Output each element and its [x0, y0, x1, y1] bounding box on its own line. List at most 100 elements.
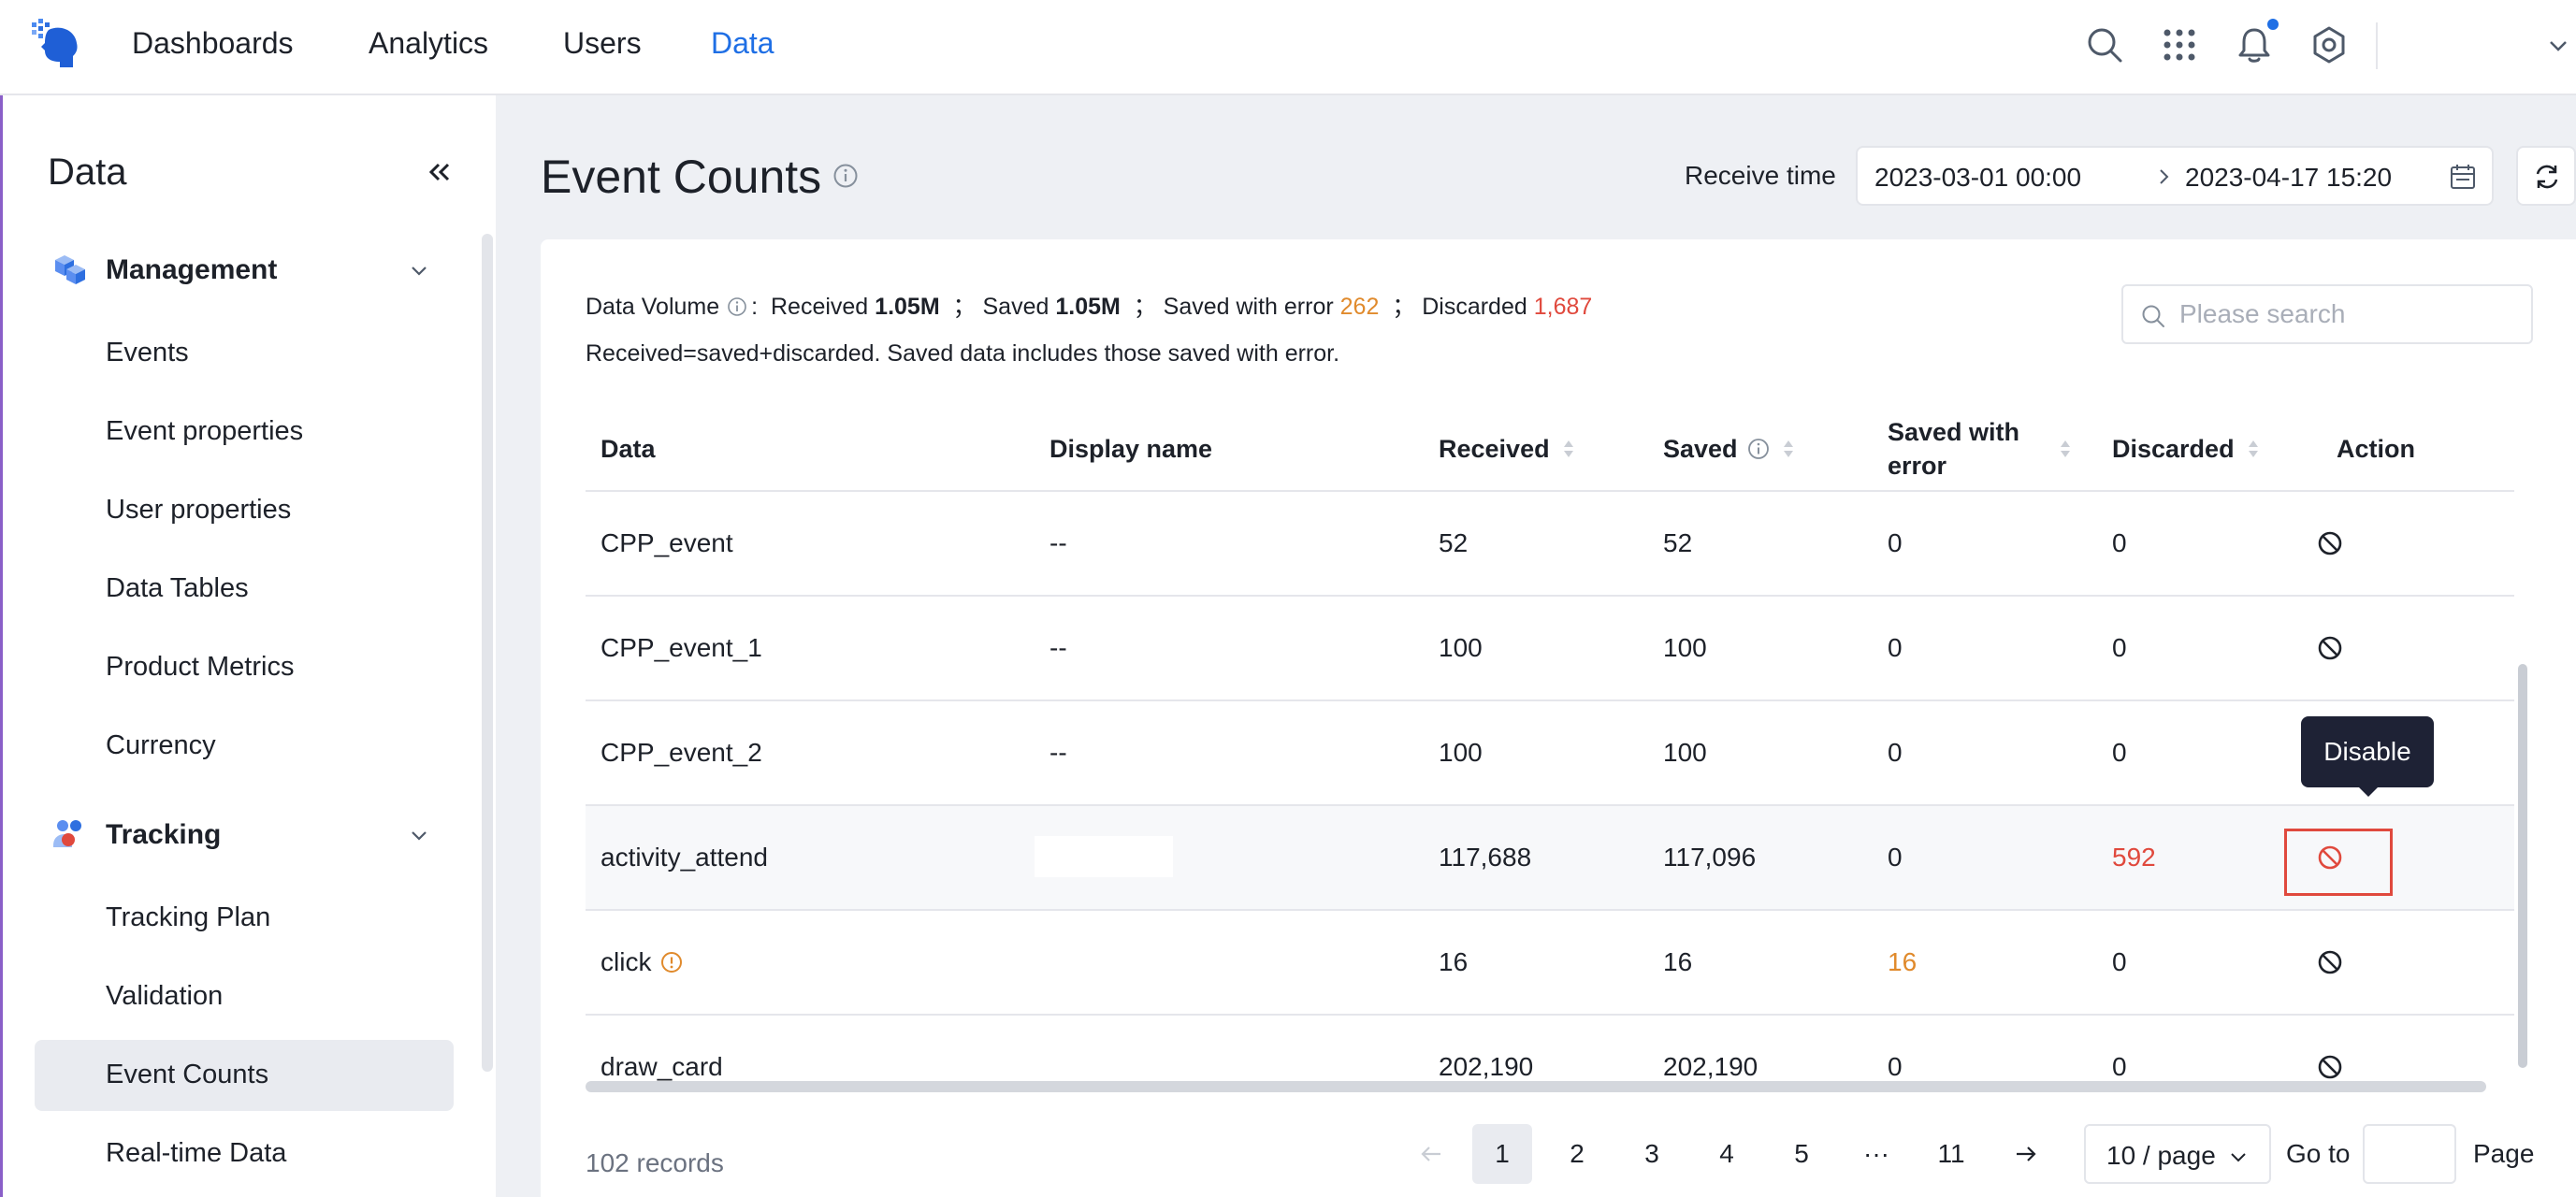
- goto-label: Go to: [2286, 1139, 2351, 1168]
- table-horizontal-scrollbar[interactable]: [586, 1081, 2486, 1092]
- sidebar-item-label: Tracking Plan: [106, 902, 271, 932]
- sidebar-item-label: Real-time Data: [106, 1138, 287, 1168]
- nav-data[interactable]: Data: [711, 26, 774, 61]
- table-row[interactable]: CPP_event_2 -- 100 100 0 0: [586, 701, 2514, 806]
- receive-time-range-picker[interactable]: 2023-03-01 00:00 2023-04-17 15:20: [1856, 146, 2494, 206]
- sidebar-item-product-metrics[interactable]: Product Metrics: [35, 632, 454, 703]
- sort-icon[interactable]: [2246, 438, 2261, 460]
- search-box[interactable]: [2121, 284, 2533, 344]
- table-header: Data Display name Received Saved Saved w…: [586, 406, 2514, 492]
- refresh-icon: [2536, 165, 2558, 189]
- table-row[interactable]: activity_attend 117,688 117,096 0 592: [586, 806, 2514, 911]
- column-header-received[interactable]: Received: [1439, 406, 1576, 492]
- page-button-2[interactable]: 2: [1547, 1124, 1607, 1184]
- data-volume-summary: Data Volume: Received 1.05M ； Saved 1.05…: [586, 294, 1593, 320]
- sidebar-item-validation[interactable]: Validation: [35, 961, 454, 1032]
- sidebar-item-events[interactable]: Events: [35, 318, 454, 389]
- search-icon[interactable]: [2084, 24, 2125, 65]
- sidebar-item-data-tables[interactable]: Data Tables: [35, 554, 454, 625]
- page-ellipsis[interactable]: ···: [1846, 1124, 1906, 1184]
- cell-received: 202,190: [1439, 1052, 1534, 1081]
- discarded-summary-label: Discarded: [1422, 294, 1527, 320]
- page-button-5[interactable]: 5: [1772, 1124, 1831, 1184]
- cell-discarded: 592: [2112, 843, 2156, 872]
- data-volume-info-icon[interactable]: [727, 296, 747, 317]
- page-button-4[interactable]: 4: [1697, 1124, 1757, 1184]
- nav-users[interactable]: Users: [563, 26, 642, 61]
- saved-summary-label: Saved: [982, 294, 1049, 320]
- cell-discarded: 0: [2112, 947, 2127, 976]
- sidebar-group-tracking[interactable]: Tracking: [51, 812, 454, 858]
- settings-gear-icon[interactable]: [2308, 24, 2350, 65]
- sidebar-item-real-time-data[interactable]: Real-time Data: [35, 1118, 454, 1190]
- sort-icon[interactable]: [2058, 438, 2073, 460]
- prev-page-button[interactable]: [1401, 1124, 1461, 1184]
- apps-grid-icon[interactable]: [2159, 24, 2200, 65]
- cell-data: CPP_event_1: [601, 633, 762, 662]
- cell-saved: 100: [1663, 633, 1707, 662]
- sidebar-item-currency[interactable]: Currency: [35, 711, 454, 782]
- cell-discarded: 0: [2112, 738, 2127, 767]
- page-label: Page: [2473, 1139, 2535, 1168]
- cell-discarded: 0: [2112, 633, 2127, 662]
- warning-icon[interactable]: [660, 951, 683, 973]
- cell-data: activity_attend: [601, 843, 768, 872]
- sidebar-title: Data: [48, 151, 127, 193]
- data-volume-label: Data Volume: [586, 294, 720, 320]
- disable-icon[interactable]: [2316, 844, 2344, 872]
- sidebar-group-management[interactable]: Management: [51, 247, 454, 294]
- next-page-button[interactable]: [1996, 1124, 2056, 1184]
- account-chevron-down-icon[interactable]: [2546, 34, 2570, 58]
- disable-icon[interactable]: [2316, 634, 2344, 662]
- column-header-discarded[interactable]: Discarded: [2112, 406, 2261, 492]
- sidebar-scrollbar[interactable]: [482, 234, 493, 1072]
- sidebar-item-user-properties[interactable]: User properties: [35, 475, 454, 546]
- page-title: Event Counts: [541, 151, 822, 203]
- page-size-select[interactable]: 10 / page: [2084, 1124, 2271, 1184]
- notification-bell-icon[interactable]: [2234, 24, 2275, 65]
- column-header-data: Data: [601, 434, 656, 463]
- disable-icon[interactable]: [2316, 948, 2344, 976]
- title-info-icon[interactable]: [832, 163, 859, 189]
- saved-error-summary-label: Saved with error: [1163, 294, 1334, 320]
- sidebar-item-label: Product Metrics: [106, 652, 295, 682]
- event-counts-card: Data Volume: Received 1.05M ； Saved 1.05…: [541, 239, 2576, 1197]
- range-start-value[interactable]: 2023-03-01 00:00: [1874, 163, 2081, 193]
- chevron-down-icon: [2231, 1153, 2246, 1162]
- sort-icon[interactable]: [1781, 438, 1796, 460]
- refresh-button[interactable]: [2516, 146, 2576, 206]
- sort-icon[interactable]: [1561, 438, 1576, 460]
- range-end-value[interactable]: 2023-04-17 15:20: [2185, 163, 2392, 193]
- goto-page-input[interactable]: [2363, 1124, 2456, 1184]
- search-input[interactable]: [2179, 296, 2516, 333]
- table-row[interactable]: CPP_event_1 -- 100 100 0 0: [586, 597, 2514, 701]
- cell-saved-with-error: 0: [1888, 633, 1903, 662]
- table-body[interactable]: CPP_event -- 52 52 0 0 CPP_event_1 -- 10…: [586, 492, 2514, 1083]
- calendar-icon[interactable]: [2449, 163, 2477, 191]
- page-button-3[interactable]: 3: [1622, 1124, 1682, 1184]
- saved-summary-value: 1.05M: [1055, 294, 1121, 320]
- sidebar-item-event-counts[interactable]: Event Counts: [35, 1040, 454, 1111]
- column-header-saved[interactable]: Saved: [1663, 406, 1796, 492]
- cell-data: CPP_event_2: [601, 738, 762, 767]
- page-button-1[interactable]: 1: [1472, 1124, 1532, 1184]
- sidebar-item-event-properties[interactable]: Event properties: [35, 397, 454, 468]
- cell-discarded: 0: [2112, 528, 2127, 557]
- sidebar-item-tracking-plan[interactable]: Tracking Plan: [35, 883, 454, 954]
- brand-logo-icon[interactable]: [28, 17, 84, 73]
- disable-icon[interactable]: [2316, 529, 2344, 557]
- discarded-summary-value: 1,687: [1533, 294, 1593, 320]
- table-row[interactable]: draw_card 202,190 202,190 0 0: [586, 1016, 2514, 1083]
- collapse-sidebar-icon[interactable]: [424, 157, 454, 187]
- table-vertical-scrollbar[interactable]: [2518, 664, 2527, 1068]
- column-header-saved-with-error[interactable]: Saved with error: [1888, 406, 2075, 492]
- page-button-11[interactable]: 11: [1921, 1124, 1981, 1184]
- saved-info-icon[interactable]: [1747, 438, 1770, 460]
- nav-dashboards[interactable]: Dashboards: [132, 26, 294, 61]
- cell-saved: 52: [1663, 528, 1693, 557]
- nav-analytics[interactable]: Analytics: [369, 26, 488, 61]
- table-row[interactable]: CPP_event -- 52 52 0 0: [586, 492, 2514, 597]
- table-row[interactable]: click 16 16 16 0: [586, 911, 2514, 1016]
- disable-icon[interactable]: [2316, 1053, 2344, 1081]
- cell-saved: 100: [1663, 738, 1707, 767]
